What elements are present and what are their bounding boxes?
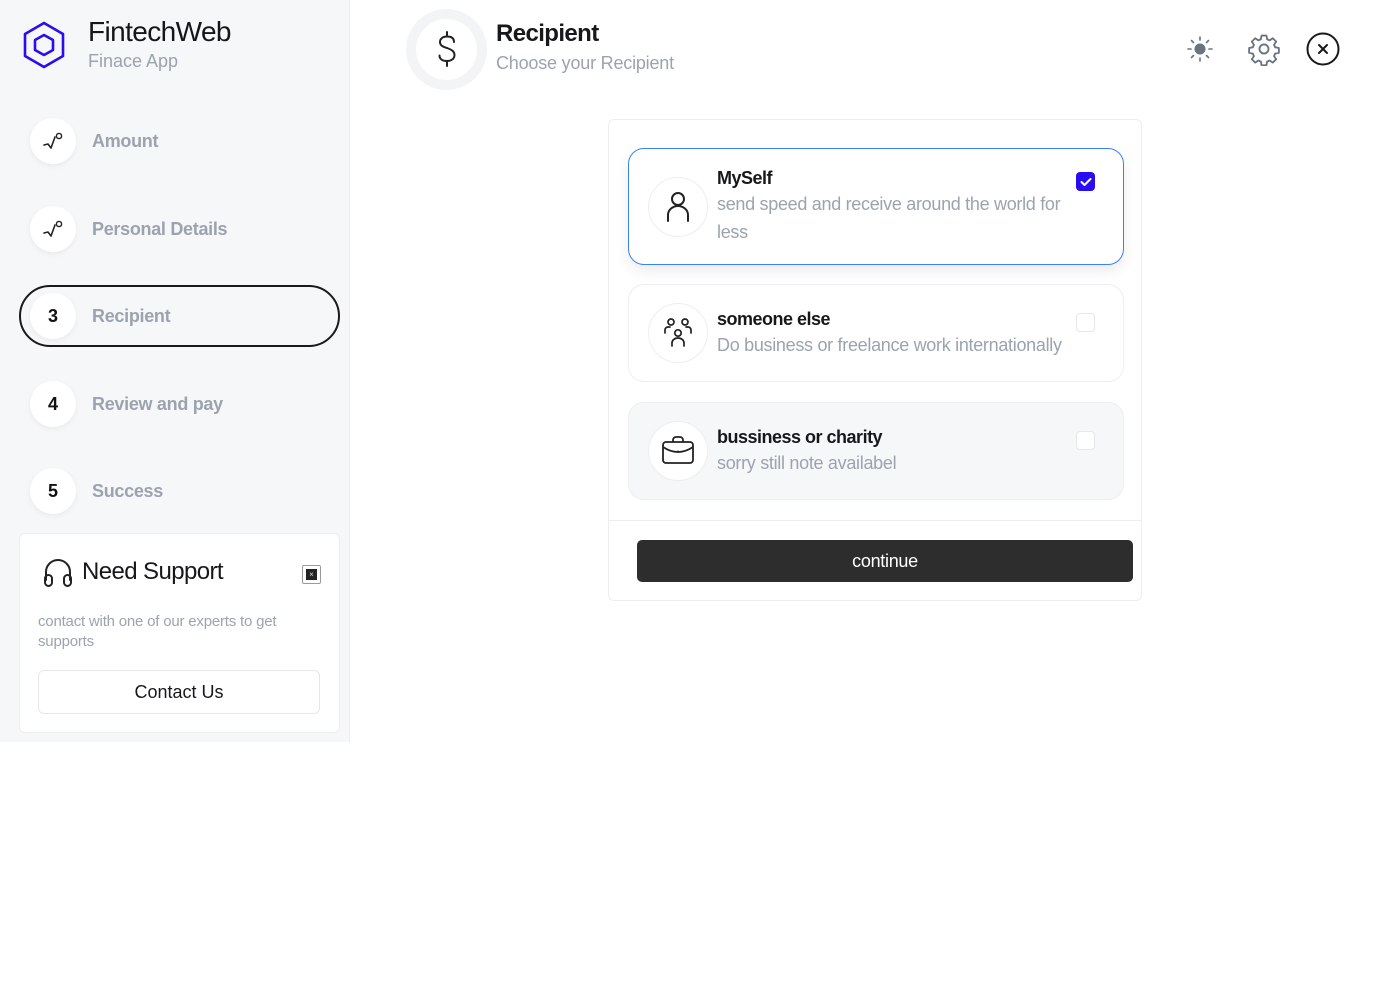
option-business-or-charity[interactable]: bussiness or charity sorry still note av…: [628, 402, 1124, 500]
checkmark-icon: [1080, 177, 1091, 186]
header-icon: [406, 9, 487, 90]
user-icon: [667, 192, 689, 222]
option-title: someone else: [717, 309, 831, 329]
option-checkbox[interactable]: [1076, 172, 1095, 191]
theme-toggle-button[interactable]: [1185, 34, 1215, 64]
sun-icon: [1187, 36, 1213, 62]
step-recipient[interactable]: 3 Recipient: [30, 292, 171, 340]
page-subtitle: Choose your Recipient: [496, 53, 674, 73]
option-icon: [648, 303, 708, 363]
option-icon: [648, 421, 708, 481]
sidebar: FintechWeb Finace App Amount Personal De…: [0, 0, 350, 742]
step-success[interactable]: 5 Success: [30, 467, 163, 515]
dollar-icon: [438, 30, 456, 67]
support-close-button[interactable]: ×: [302, 565, 321, 584]
close-button[interactable]: [1306, 32, 1340, 66]
brand-subtitle: Finace App: [88, 51, 179, 71]
continue-button[interactable]: continue: [637, 540, 1133, 582]
recipient-panel: MySelf send speed and receive around the…: [608, 119, 1142, 601]
option-checkbox[interactable]: [1076, 431, 1095, 450]
page-title: Recipient: [496, 20, 599, 47]
headphones-icon: [44, 559, 72, 587]
step-label: Recipient: [92, 305, 171, 326]
users-group-icon: [664, 318, 692, 347]
option-description: Do business or freelance work internatio…: [717, 335, 1062, 355]
contact-us-button[interactable]: Contact Us: [38, 670, 320, 714]
brand-title: FintechWeb: [88, 16, 231, 47]
step-review-and-pay[interactable]: 4 Review and pay: [30, 380, 223, 428]
step-amount[interactable]: Amount: [30, 117, 158, 165]
step-label: Personal Details: [92, 218, 228, 239]
option-title: MySelf: [717, 168, 773, 188]
option-description: sorry still note availabel: [717, 453, 897, 473]
step-number: 4: [30, 381, 76, 427]
step-personal-details[interactable]: Personal Details: [30, 205, 228, 253]
brand: FintechWeb Finace App: [22, 16, 231, 72]
settings-button[interactable]: [1246, 31, 1282, 67]
support-description: contact with one of our experts to get s…: [38, 613, 277, 650]
briefcase-icon: [662, 436, 694, 464]
close-icon: ×: [306, 569, 317, 580]
step-completed-icon: [30, 118, 76, 164]
option-someone-else[interactable]: someone else Do business or freelance wo…: [628, 284, 1124, 382]
close-circle-icon: [1306, 32, 1340, 66]
hexagon-logo-icon: [23, 21, 65, 69]
step-label: Success: [92, 480, 163, 501]
support-card: Need Support × contact with one of our e…: [19, 533, 340, 733]
support-title: Need Support: [82, 558, 224, 585]
option-description: send speed and receive around the world …: [717, 194, 1061, 242]
step-completed-icon: [30, 206, 76, 252]
option-title: bussiness or charity: [717, 427, 883, 447]
option-myself[interactable]: MySelf send speed and receive around the…: [628, 148, 1124, 265]
gear-icon: [1248, 34, 1280, 66]
step-number: 3: [30, 293, 76, 339]
step-number: 5: [30, 468, 76, 514]
option-checkbox[interactable]: [1076, 313, 1095, 332]
option-icon: [648, 177, 708, 237]
divider: [609, 520, 1141, 521]
step-label: Amount: [92, 130, 159, 151]
step-label: Review and pay: [92, 393, 223, 414]
